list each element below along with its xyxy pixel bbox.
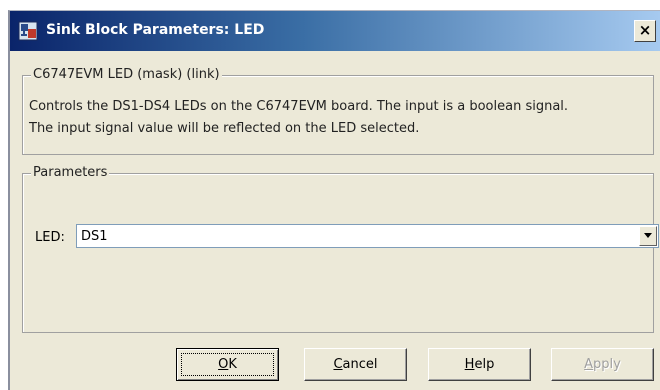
- description-line-1: Controls the DS1-DS4 LEDs on the C6747EV…: [29, 99, 569, 114]
- led-select-dropdown-button[interactable]: [639, 226, 657, 246]
- window-title: Sink Block Parameters: LED: [46, 22, 265, 38]
- description-line-2: The input signal value will be reflected…: [29, 121, 420, 136]
- parameters-group: Parameters LED: DS1: [22, 165, 659, 333]
- help-button-label: Help: [464, 357, 495, 372]
- close-button[interactable]: ×: [634, 20, 656, 42]
- simulink-block-icon: [18, 21, 38, 41]
- led-select[interactable]: DS1: [76, 224, 659, 248]
- led-select-value: DS1: [81, 229, 108, 244]
- chevron-down-icon: [644, 233, 652, 238]
- ok-button-label: OK: [218, 357, 237, 372]
- apply-button[interactable]: Apply: [551, 348, 654, 381]
- description-group-legend: C6747EVM LED (mask) (link): [31, 67, 222, 82]
- close-icon: ×: [638, 21, 652, 39]
- cancel-button-label: Cancel: [333, 357, 378, 372]
- cancel-button[interactable]: Cancel: [304, 348, 407, 381]
- ok-button[interactable]: OK: [176, 348, 279, 381]
- led-field-label: LED:: [35, 230, 65, 245]
- description-group: C6747EVM LED (mask) (link) Controls the …: [22, 67, 654, 155]
- help-button[interactable]: Help: [428, 348, 531, 381]
- apply-button-label: Apply: [584, 357, 621, 372]
- title-bar[interactable]: Sink Block Parameters: LED ×: [10, 11, 660, 51]
- block-parameters-dialog: Sink Block Parameters: LED × C6747EVM LE…: [8, 10, 660, 390]
- parameters-group-legend: Parameters: [31, 165, 110, 180]
